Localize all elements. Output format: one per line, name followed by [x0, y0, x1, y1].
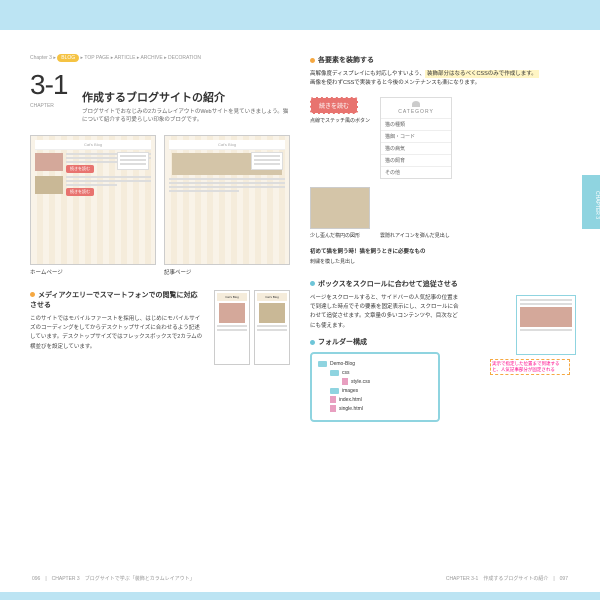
side-tab: CHAPTER 3 — [582, 175, 600, 229]
folder-tree: Demo-Blog css style.css images index.htm… — [310, 352, 440, 422]
file-icon — [342, 378, 348, 385]
scroll-paragraph: ページをスクロールすると、サイドバーの人気記事の位置まで到達した時点でその要素を… — [310, 294, 460, 331]
oval-image-demo: 少し歪んだ楕円の図形 雲隠れアイコンを弾んだ見出し — [310, 187, 570, 239]
media-query-section: メディアクエリーでスマートフォンでの閲覧に対応させる このサイトではモバイルファ… — [30, 290, 290, 365]
homepage-caption: ホームページ — [30, 268, 156, 276]
media-heading: メディアクエリーでスマートフォンでの閲覧に対応させる — [30, 292, 198, 309]
right-page: 各要素を装飾する 高解像度ディスプレイにも対応しやすいよう、装飾部分はなるべくC… — [310, 55, 570, 560]
mock-logo: Cat's Blog — [35, 140, 151, 150]
article-mockup: Cat's Blog — [164, 135, 290, 265]
category-icon-label: 雲隠れアイコンを弾んだ見出し — [380, 232, 450, 239]
embroidery-label: 刺繍を模した見出し — [310, 258, 570, 265]
folder-icon — [318, 361, 327, 367]
category-title: CATEGORY — [381, 98, 451, 118]
mockup-row: Cat's Blog 続きを読む 続きを読む ホームページ Cat's Blog… — [30, 135, 290, 276]
bottom-color-bar — [0, 592, 600, 600]
read-more-button: 続きを読む — [310, 97, 358, 114]
embroidery-heading: 初めて猫を飼う時！猫を飼うときに必要なもの — [310, 247, 570, 255]
article-caption: 記事ページ — [164, 268, 290, 276]
category-card: CATEGORY 猫の種類 猫餌・コード 猫の病気 猫の飼育 その他 — [380, 97, 452, 179]
stitch-label: 点線でステッチ風のボタン — [310, 117, 370, 124]
oval-label: 少し歪んだ楕円の図形 — [310, 232, 370, 239]
lead-text: ブログサイトでおなじみの2カラムレイアウトのWebサイトを見ていきましょう。猫に… — [82, 108, 290, 125]
breadcrumb: Chapter 3 ▸ BLOG ▸ TOP PAGE ▸ ARTICLE ▸ … — [30, 55, 290, 61]
folder-heading: フォルダー構成 — [318, 339, 367, 346]
chapter-number: 3-1 — [30, 69, 67, 101]
heading-demo: 初めて猫を飼う時！猫を飼うときに必要なもの 刺繍を模した見出し — [310, 247, 570, 265]
stitch-button-demo: 続きを読む 点線でステッチ風のボタン CATEGORY 猫の種類 猫餌・コード … — [310, 97, 570, 179]
homepage-mockup: Cat's Blog 続きを読む 続きを読む — [30, 135, 156, 265]
top-color-bar — [0, 0, 600, 30]
footer-left: 096 | CHAPTER 3 ブログサイトで学ぶ「装飾とカラムレイアウト」 — [32, 575, 195, 582]
sticky-note: 実示で指定した位置まで到達すると、人気記事部分が固定される — [490, 359, 570, 375]
footer-right: CHAPTER 3-1 作成するブログサイトの紹介 | 097 — [446, 575, 568, 582]
oval-image-icon — [310, 187, 370, 229]
page-title: 作成するブログサイトの紹介 — [82, 89, 290, 105]
decorate-heading: 各要素を装飾する — [318, 57, 374, 64]
left-page: Chapter 3 ▸ BLOG ▸ TOP PAGE ▸ ARTICLE ▸ … — [30, 55, 290, 560]
decorate-paragraph: 高解像度ディスプレイにも対応しやすいよう、装飾部分はなるべくCSSのみで作成しま… — [310, 70, 570, 89]
sticky-sidebar-demo — [516, 295, 576, 355]
phone-mockups: Cat's Blog Cat's Blog — [214, 290, 290, 365]
chapter-label: CHAPTER — [30, 103, 67, 109]
media-paragraph: このサイトではモバイルファーストを採用し、はじめにモバイルサイズのコーディングを… — [30, 315, 204, 352]
scroll-heading: ボックスをスクロールに合わせて追従させる — [318, 281, 458, 288]
